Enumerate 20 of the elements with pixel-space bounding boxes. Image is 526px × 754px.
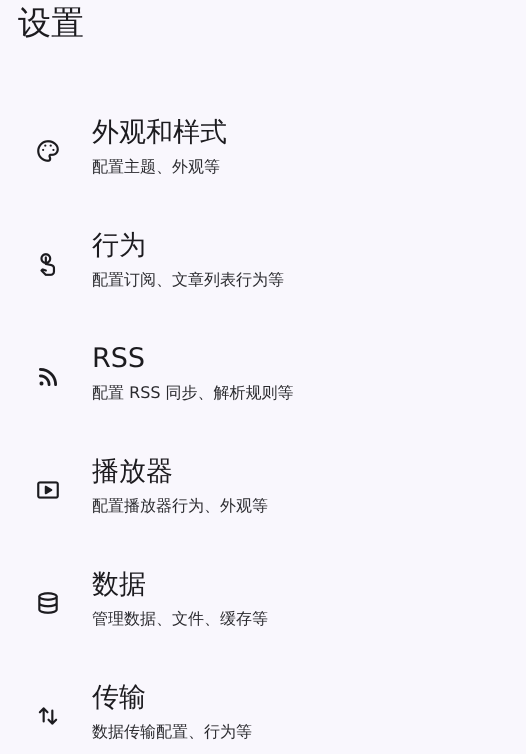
item-title: 传输 — [92, 681, 147, 715]
settings-item[interactable]: 数据 管理数据、文件、缓存等 — [18, 545, 526, 661]
item-subtitle: 数据传输配置、行为等 — [92, 721, 252, 743]
page-title: 设置 — [18, 2, 85, 44]
item-title: 数据 — [92, 568, 147, 602]
item-subtitle: 配置播放器行为、外观等 — [92, 495, 268, 517]
settings-item[interactable]: RSS 配置 RSS 同步、解析规则等 — [18, 319, 526, 435]
item-subtitle: 配置订阅、文章列表行为等 — [92, 269, 284, 291]
item-title: 播放器 — [92, 455, 174, 489]
settings-item[interactable]: 播放器 配置播放器行为、外观等 — [18, 432, 526, 548]
settings-item[interactable]: 外观和样式 配置主题、外观等 — [18, 93, 526, 209]
settings-item[interactable]: 行为 配置订阅、文章列表行为等 — [18, 206, 526, 322]
item-subtitle: 管理数据、文件、缓存等 — [92, 608, 268, 630]
item-title: RSS — [92, 342, 146, 376]
palette-icon — [35, 138, 61, 164]
item-subtitle: 配置主题、外观等 — [92, 156, 221, 178]
item-subtitle: 配置 RSS 同步、解析规则等 — [92, 382, 294, 404]
settings-item[interactable]: 传输 数据传输配置、行为等 — [18, 658, 526, 754]
item-title: 外观和样式 — [92, 116, 227, 150]
item-title: 行为 — [92, 229, 147, 263]
